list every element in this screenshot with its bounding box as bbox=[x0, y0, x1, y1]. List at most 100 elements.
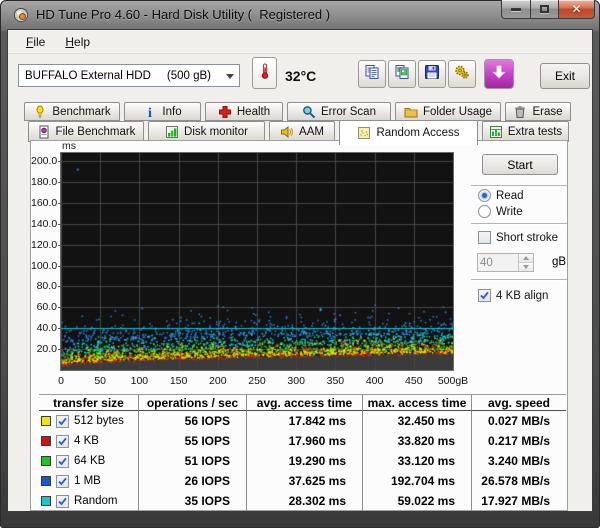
table-header: avg. access time bbox=[246, 394, 362, 411]
tab-error-scan[interactable]: Error Scan bbox=[287, 102, 391, 121]
tab-health[interactable]: Health bbox=[205, 102, 283, 121]
tab-label: Folder Usage bbox=[423, 106, 492, 118]
random-access-tab-panel: ms 200.0180.0160.0140.0120.0100.080.060.… bbox=[30, 140, 568, 511]
maximize-icon bbox=[540, 5, 549, 13]
y-tick-label: 140.0 bbox=[31, 218, 57, 230]
tab-label: Disk monitor bbox=[184, 126, 248, 138]
transfer-size-label: Random bbox=[74, 491, 117, 511]
exit-button[interactable]: Exit bbox=[540, 63, 590, 89]
info-icon: i bbox=[143, 105, 157, 119]
transfer-size-label: 512 bytes bbox=[74, 411, 124, 431]
app-icon bbox=[13, 7, 29, 23]
tab-strip: Benchmark i Info HealthError Scan Folder Usa… bbox=[8, 99, 592, 145]
x-tick-label: 200 bbox=[196, 375, 240, 387]
down-arrow-button[interactable] bbox=[484, 59, 514, 89]
title-bar: HD Tune Pro 4.60 - Hard Disk Utility ( R… bbox=[0, 0, 600, 30]
table-cell-ops: 56 IOPS bbox=[138, 411, 246, 431]
y-tick-mark bbox=[58, 349, 61, 350]
y-tick-mark bbox=[58, 182, 61, 183]
table-cell-max: 32.450 ms bbox=[362, 411, 471, 431]
table-row-transfer-size: Random bbox=[39, 491, 138, 511]
access-time-scatter-chart bbox=[61, 153, 453, 370]
write-radio[interactable]: Write bbox=[478, 205, 523, 218]
drive-selector[interactable]: BUFFALO External HDD (500 gB) bbox=[18, 64, 240, 87]
radio-selected-icon bbox=[478, 189, 491, 202]
stepper-up-button[interactable] bbox=[519, 254, 533, 263]
tab-label: Extra tests bbox=[508, 126, 562, 138]
tab-label: Random Access bbox=[376, 127, 459, 139]
maximize-button[interactable] bbox=[531, 0, 559, 19]
separator bbox=[471, 185, 567, 186]
table-cell-ops: 51 IOPS bbox=[138, 451, 246, 471]
y-tick-label: 20.0 bbox=[31, 343, 57, 355]
copy-text-button[interactable] bbox=[358, 60, 386, 88]
bulb-icon bbox=[33, 105, 47, 119]
tab-disk-monitor[interactable]: Disk monitor bbox=[148, 121, 265, 142]
stepper-down-button[interactable] bbox=[519, 263, 533, 271]
checkbox-checked-icon bbox=[478, 289, 491, 302]
y-tick-mark bbox=[58, 286, 61, 287]
table-cell-ops: 26 IOPS bbox=[138, 471, 246, 491]
temperature-button[interactable] bbox=[252, 57, 277, 89]
y-tick-label: 120.0 bbox=[31, 239, 57, 251]
save-button[interactable] bbox=[418, 60, 446, 88]
health-cross-icon bbox=[218, 105, 232, 119]
tab-label: Info bbox=[162, 106, 181, 118]
capacity-input[interactable] bbox=[480, 255, 516, 270]
table-cell-speed: 17.927 MB/s bbox=[471, 491, 566, 511]
read-radio[interactable]: Read bbox=[478, 189, 524, 202]
tab-file-benchmark[interactable]: File Benchmark bbox=[28, 121, 144, 142]
start-button[interactable]: Start bbox=[482, 154, 558, 175]
tab-erase[interactable]: Erase bbox=[505, 102, 571, 121]
align-checkbox[interactable]: 4 KB align bbox=[478, 289, 548, 302]
series-checkbox[interactable] bbox=[56, 435, 69, 448]
table-header: avg. speed bbox=[471, 394, 566, 411]
window-title: HD Tune Pro 4.60 - Hard Disk Utility ( R… bbox=[36, 0, 330, 30]
series-color-swatch bbox=[41, 496, 51, 506]
series-checkbox[interactable] bbox=[56, 455, 69, 468]
tab-extra-tests[interactable]: Extra tests bbox=[482, 121, 569, 142]
series-checkbox[interactable] bbox=[56, 475, 69, 488]
radio-unselected-icon bbox=[478, 205, 491, 218]
tab-info[interactable]: i Info bbox=[124, 102, 201, 121]
menu-item-file[interactable]: File bbox=[16, 33, 55, 51]
tab-label: Erase bbox=[532, 106, 562, 118]
tab-aam[interactable]: AAM bbox=[269, 121, 335, 142]
transfer-size-label: 4 KB bbox=[74, 431, 99, 451]
tab-folder-usage[interactable]: Folder Usage bbox=[395, 102, 501, 121]
copy-text-icon bbox=[364, 64, 380, 85]
x-tick-label: 350 bbox=[313, 375, 357, 387]
minimize-button[interactable] bbox=[501, 0, 531, 19]
transfer-size-label: 64 KB bbox=[74, 451, 105, 471]
table-row-transfer-size: 512 bytes bbox=[39, 411, 138, 431]
window: HD Tune Pro 4.60 - Hard Disk Utility ( R… bbox=[0, 0, 600, 528]
gears-button[interactable] bbox=[448, 60, 476, 88]
menu-item-help[interactable]: Help bbox=[55, 33, 100, 51]
table-cell-avg: 28.302 ms bbox=[246, 491, 362, 511]
y-tick-label: 180.0 bbox=[31, 176, 57, 188]
series-checkbox[interactable] bbox=[56, 415, 69, 428]
file-page-icon bbox=[37, 125, 51, 139]
separator bbox=[471, 279, 567, 280]
short-stroke-checkbox[interactable]: Short stroke bbox=[478, 231, 558, 244]
y-tick-mark bbox=[58, 307, 61, 308]
series-color-swatch bbox=[41, 476, 51, 486]
series-checkbox[interactable] bbox=[56, 495, 69, 508]
floppy-icon bbox=[424, 64, 440, 85]
y-tick-label: 100.0 bbox=[31, 260, 57, 272]
copy-image-button[interactable] bbox=[388, 60, 416, 88]
x-tick-label: 0 bbox=[39, 375, 83, 387]
y-tick-label: 40.0 bbox=[31, 322, 57, 334]
table-cell-max: 192.704 ms bbox=[362, 471, 471, 491]
transfer-size-label: 1 MB bbox=[74, 471, 101, 491]
tab-benchmark[interactable]: Benchmark bbox=[24, 102, 120, 121]
bar-chart-icon bbox=[165, 125, 179, 139]
series-color-swatch bbox=[41, 416, 51, 426]
table-row-transfer-size: 1 MB bbox=[39, 471, 138, 491]
drive-selector-value: BUFFALO External HDD (500 gB) bbox=[25, 70, 211, 82]
close-button[interactable]: ✕ bbox=[559, 0, 595, 19]
gears-icon bbox=[454, 64, 470, 85]
y-tick-mark bbox=[58, 161, 61, 162]
tab-random-access[interactable]: Random Access bbox=[339, 120, 478, 145]
triangle-up-icon bbox=[523, 253, 529, 260]
